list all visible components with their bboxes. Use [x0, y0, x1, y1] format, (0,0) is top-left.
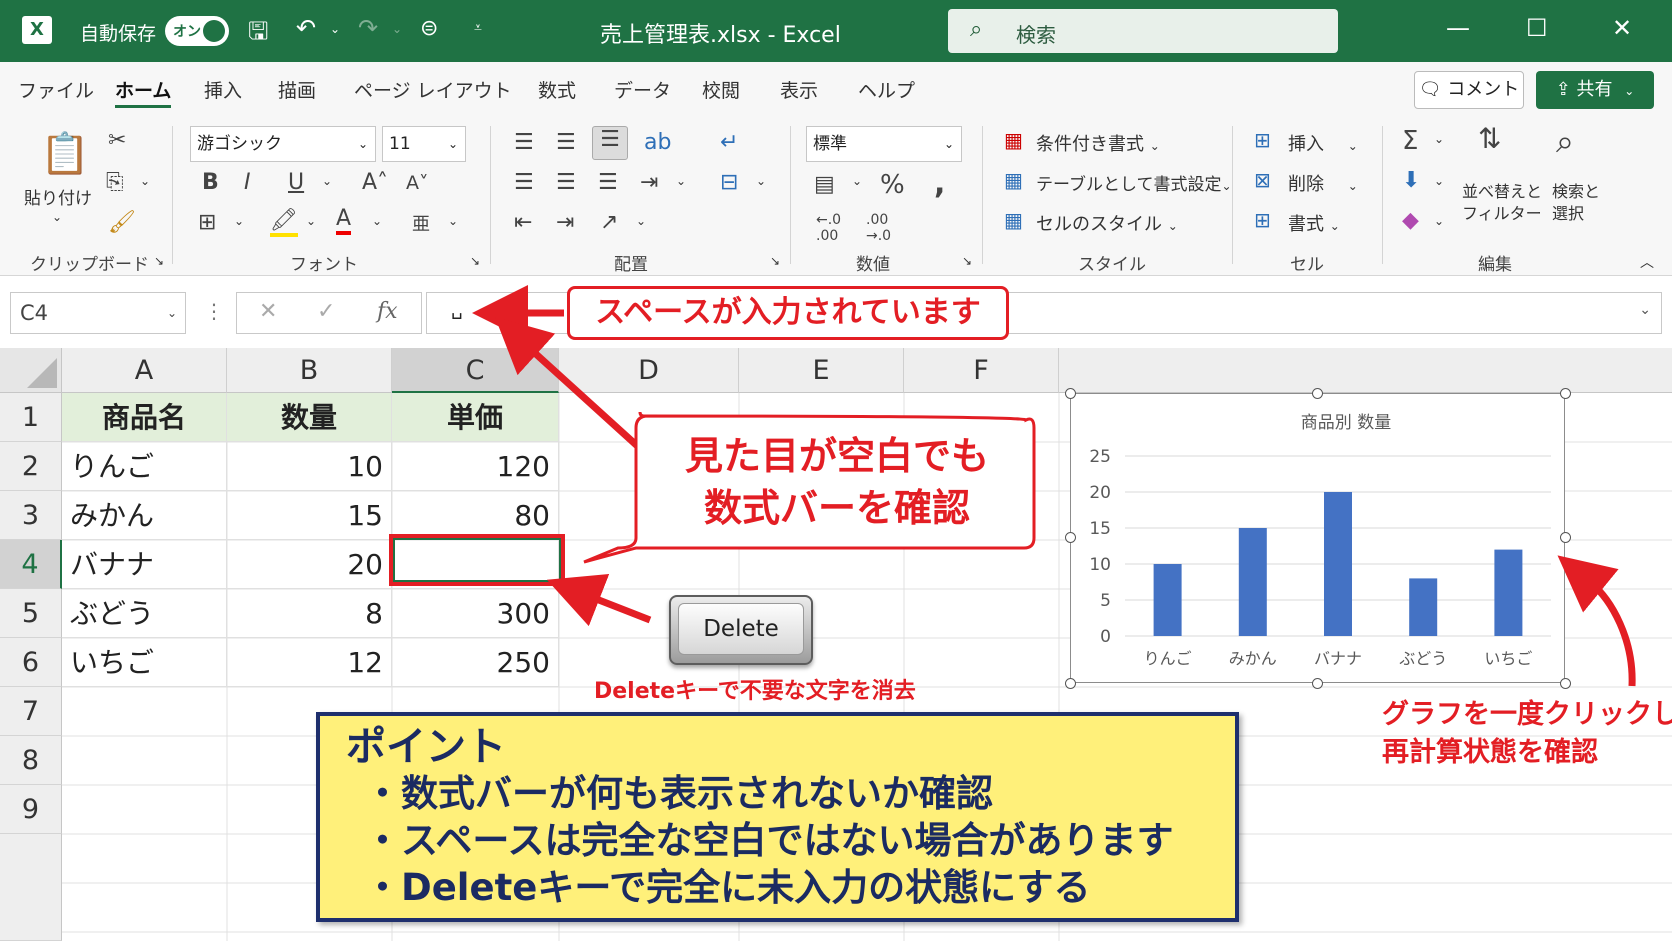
arrow-to-chart: [1557, 555, 1636, 687]
bubble-text: 見た目が空白でも 数式バーを確認: [648, 430, 1026, 534]
delete-key-caption: Deleteキーで不要な文字を消去: [594, 679, 916, 704]
point-item-1: ・数式バーが何も表示されないか確認: [364, 772, 993, 815]
point-title: ポイント: [346, 724, 506, 770]
chart-caption-line-2: 再計算状態を確認: [1382, 737, 1598, 768]
bubble-line-1: 見た目が空白でも: [684, 434, 989, 478]
point-item-2: ・スペースは完全な空白ではない場合があります: [364, 819, 1174, 862]
delete-key-label: Delete: [678, 603, 804, 655]
chart-caption-line-1: グラフを一度クリックして: [1382, 699, 1672, 730]
point-box: ポイント ・数式バーが何も表示されないか確認 ・スペースは完全な空白ではない場合…: [316, 712, 1239, 922]
arrow-to-formula-value: [494, 316, 647, 455]
point-item-3: ・Deleteキーで完全に未入力の状態にする: [364, 866, 1091, 909]
chart-caption: グラフを一度クリックして 再計算状態を確認: [1382, 696, 1672, 772]
bubble-line-2: 数式バーを確認: [703, 486, 970, 530]
space-entered-callout: スペースが入力されています: [567, 286, 1009, 340]
delete-key-illustration: Delete: [669, 595, 813, 665]
arrow-to-cell-c4: [546, 574, 652, 627]
